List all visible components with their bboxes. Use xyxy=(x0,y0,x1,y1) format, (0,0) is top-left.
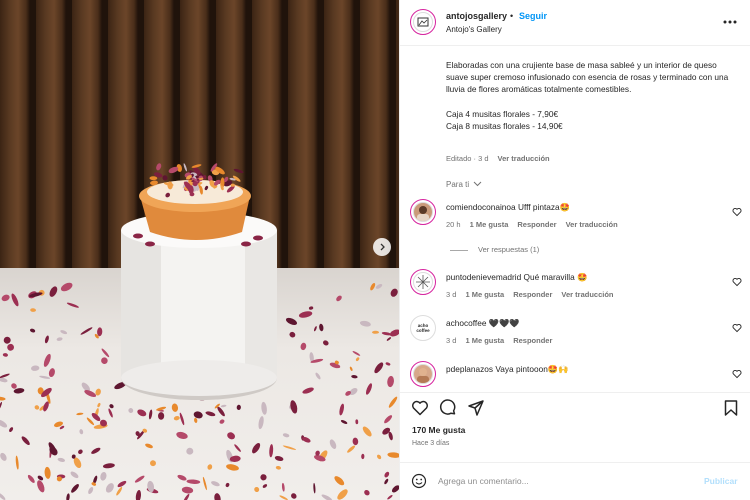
commenter-avatar[interactable] xyxy=(410,269,436,295)
comment-username[interactable]: puntodenievemadrid xyxy=(446,272,521,282)
post-details-panel: antojosgallery • Seguir Antojo's Gallery… xyxy=(399,0,750,500)
reply-button[interactable]: Responder xyxy=(513,336,552,345)
view-replies-button[interactable]: Ver respuestas (1) xyxy=(450,245,539,254)
translate-link[interactable]: Ver traducción xyxy=(566,220,618,229)
sort-comments-dropdown[interactable]: Para ti xyxy=(446,180,482,189)
comment-likes[interactable]: 1 Me gusta xyxy=(465,290,504,299)
view-replies-label: Ver respuestas (1) xyxy=(478,245,540,254)
publish-button[interactable]: Publicar xyxy=(704,476,738,486)
post-actions-bar xyxy=(400,392,750,422)
gallery-logo-icon xyxy=(417,17,429,27)
person-photo-icon xyxy=(417,368,429,383)
add-comment-bar: Publicar xyxy=(400,462,750,500)
comment-time: 3 d xyxy=(446,336,457,345)
comment-body: comiendoconainoa Ufff pintaza🤩 xyxy=(446,202,570,213)
reply-button[interactable]: Responder xyxy=(513,290,552,299)
comment-time: 3 d xyxy=(446,290,457,299)
comment-username[interactable]: achocoffee xyxy=(446,318,486,328)
author-subtitle[interactable]: Antojo's Gallery xyxy=(446,25,502,34)
more-icon[interactable] xyxy=(720,15,740,29)
likes-count[interactable]: 170 Me gusta xyxy=(412,425,465,435)
comment-icon[interactable] xyxy=(439,399,457,417)
snowflake-icon xyxy=(416,275,430,289)
comment-likes[interactable]: 1 Me gusta xyxy=(465,336,504,345)
heart-icon[interactable] xyxy=(732,207,742,217)
commenter-avatar[interactable] xyxy=(410,199,436,225)
caption-price-8: Caja 8 musitas florales - 14,90€ xyxy=(446,120,563,131)
comment-text: 🖤🖤🖤 xyxy=(488,318,520,328)
chevron-down-icon xyxy=(474,181,482,187)
comment-input[interactable] xyxy=(438,472,688,490)
heart-icon[interactable] xyxy=(732,323,742,333)
post-caption: Elaboradas con una crujiente base de mas… xyxy=(446,59,741,132)
caption-text: Elaboradas con una crujiente base de mas… xyxy=(446,60,729,95)
comment-body: achocoffee 🖤🖤🖤 xyxy=(446,318,520,329)
share-icon[interactable] xyxy=(467,399,485,417)
person-photo-icon xyxy=(417,206,429,221)
caption-meta: Editado · 3 d Ver traducción xyxy=(446,154,559,163)
post-header: antojosgallery • Seguir Antojo's Gallery xyxy=(400,0,750,46)
reply-button[interactable]: Responder xyxy=(517,220,556,229)
comment-meta: 3 d 1 Me gusta Responder Ver traducción xyxy=(446,290,623,299)
next-image-button[interactable] xyxy=(373,238,391,256)
sort-label: Para ti xyxy=(446,180,470,189)
heart-icon[interactable] xyxy=(411,399,429,417)
comment-text: Vaya pintooon🤩🙌 xyxy=(495,364,569,374)
heart-icon[interactable] xyxy=(732,369,742,379)
caption-translate-link[interactable]: Ver traducción xyxy=(498,154,550,163)
comment-likes[interactable]: 1 Me gusta xyxy=(470,220,509,229)
comment-username[interactable]: pdeplanazos xyxy=(446,364,493,374)
caption-price-4: Caja 4 musitas florales - 7,90€ xyxy=(446,108,559,119)
commenter-avatar[interactable] xyxy=(410,361,436,387)
heart-icon[interactable] xyxy=(732,277,742,287)
comment-text: Qué maravilla 🤩 xyxy=(523,272,588,282)
edited-label: Editado · 3 d xyxy=(446,154,489,163)
comment-time: 20 h xyxy=(446,220,461,229)
comment-meta: 20 h 1 Me gusta Responder Ver traducción xyxy=(446,220,627,229)
author-username[interactable]: antojosgallery xyxy=(446,11,507,21)
comment-text: Ufff pintaza🤩 xyxy=(517,202,570,212)
post-photo[interactable] xyxy=(0,0,399,500)
comment-username[interactable]: comiendoconainoa xyxy=(446,202,516,212)
emoji-icon[interactable] xyxy=(411,473,427,489)
post-date: Hace 3 días xyxy=(412,440,450,447)
chevron-right-icon xyxy=(380,243,385,251)
comment-meta: 3 d 1 Me gusta Responder xyxy=(446,336,561,345)
separator-dot: • xyxy=(510,11,514,21)
comments-scroll-area[interactable]: Elaboradas con una crujiente base de mas… xyxy=(400,47,750,392)
translate-link[interactable]: Ver traducción xyxy=(561,290,613,299)
comment-body: pdeplanazos Vaya pintooon🤩🙌 xyxy=(446,364,568,375)
coffee-logo-text: acho coffee xyxy=(416,323,430,333)
comment-body: puntodenievemadrid Qué maravilla 🤩 xyxy=(446,272,587,283)
author-avatar[interactable] xyxy=(410,9,436,35)
follow-button[interactable]: Seguir xyxy=(519,11,547,21)
commenter-avatar[interactable]: acho coffee xyxy=(410,315,436,341)
bookmark-icon[interactable] xyxy=(722,399,740,417)
dessert-illustration xyxy=(0,163,399,500)
replies-divider xyxy=(450,249,468,251)
